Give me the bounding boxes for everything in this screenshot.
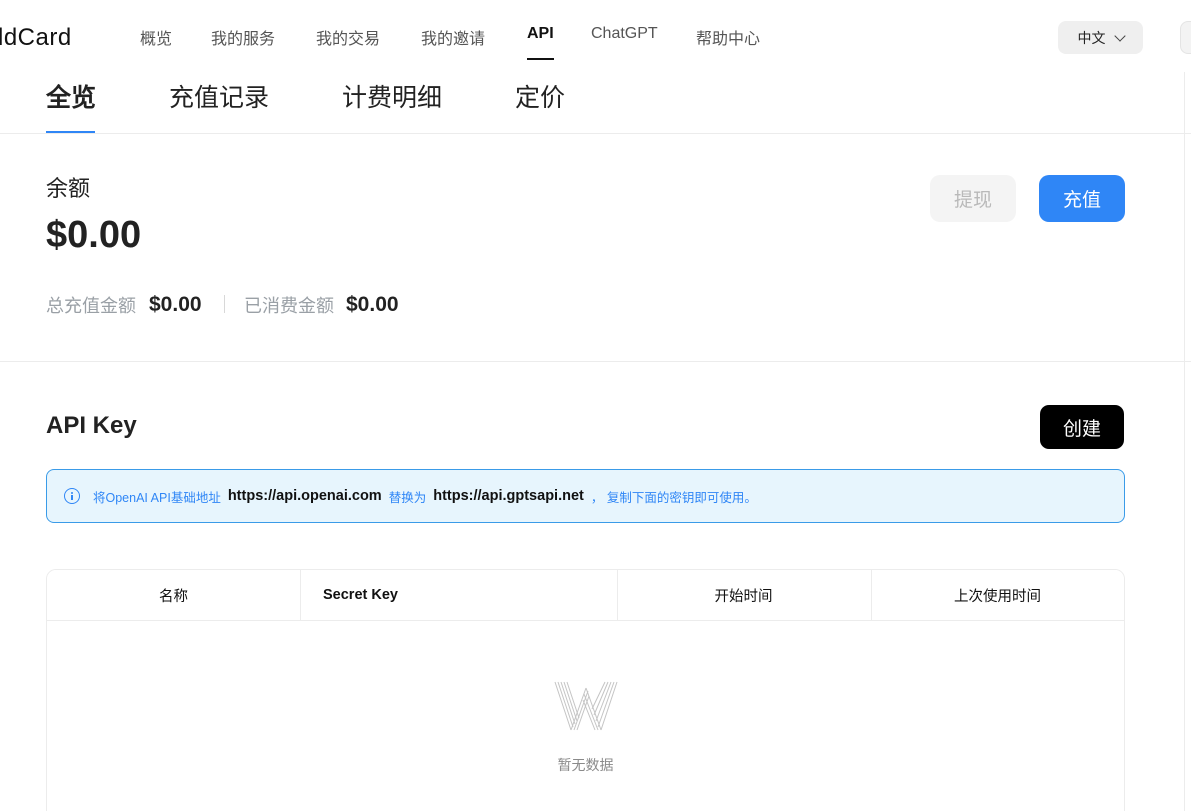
info-url-original: https://api.openai.com xyxy=(227,488,382,504)
empty-data-icon xyxy=(554,681,618,731)
tab-recharge-records[interactable]: 充值记录 xyxy=(169,78,269,114)
consumed-label: 已消费金额 xyxy=(244,296,334,316)
nav-active-indicator xyxy=(527,58,554,60)
nav-item-my-invites[interactable]: 我的邀请 xyxy=(421,25,485,49)
info-text-part1: 将OpenAI API基础地址 xyxy=(93,490,221,505)
nav-item-my-services[interactable]: 我的服务 xyxy=(211,25,275,49)
stat-separator xyxy=(224,295,225,313)
language-select[interactable]: 中文 xyxy=(1058,21,1143,54)
nav-item-overview[interactable]: 概览 xyxy=(140,25,172,49)
nav-item-my-transactions[interactable]: 我的交易 xyxy=(316,25,380,49)
page-right-border xyxy=(1184,72,1185,811)
empty-data-text: 暂无数据 xyxy=(557,757,614,773)
brand-logo[interactable]: ldCard xyxy=(0,24,72,52)
info-url-new: https://api.gptsapi.net xyxy=(433,488,584,504)
info-icon xyxy=(64,488,80,504)
info-text-part3: ， 复制下面的密钥即可使用。 xyxy=(590,490,757,505)
column-header-name[interactable]: 名称 xyxy=(47,570,300,620)
chevron-down-icon xyxy=(1113,29,1126,42)
recharge-button[interactable]: 充值 xyxy=(1039,175,1125,222)
create-api-key-button[interactable]: 创建 xyxy=(1040,405,1124,449)
nav-item-api[interactable]: API xyxy=(527,25,554,43)
balance-label: 余额 xyxy=(46,176,91,201)
total-recharge-value: $0.00 xyxy=(149,293,202,316)
top-navigation: ldCard 概览 我的服务 我的交易 我的邀请 API ChatGPT 帮助中… xyxy=(0,0,1191,72)
api-key-table: 名称 Secret Key 开始时间 上次使用时间 暂无数据 xyxy=(46,569,1125,811)
consumed-value: $0.00 xyxy=(346,293,399,316)
info-banner: 将OpenAI API基础地址 https://api.openai.com 替… xyxy=(46,469,1125,523)
column-header-start-time[interactable]: 开始时间 xyxy=(617,570,870,620)
withdraw-button[interactable]: 提现 xyxy=(930,175,1016,222)
tab-overview[interactable]: 全览 xyxy=(46,78,96,114)
language-label: 中文 xyxy=(1077,29,1106,46)
api-key-title: API Key xyxy=(46,412,137,439)
table-header: 名称 Secret Key 开始时间 上次使用时间 xyxy=(47,570,1124,621)
column-header-secret-key[interactable]: Secret Key xyxy=(323,570,613,620)
column-header-last-used-time[interactable]: 上次使用时间 xyxy=(871,570,1124,620)
user-menu-button[interactable] xyxy=(1180,21,1191,54)
info-text-part2: 替换为 xyxy=(388,490,427,505)
tabs-divider xyxy=(0,133,1191,134)
total-recharge-label: 总充值金额 xyxy=(46,296,136,316)
tab-pricing[interactable]: 定价 xyxy=(515,78,565,114)
column-separator xyxy=(300,570,301,620)
balance-value: $0.00 xyxy=(46,214,142,256)
balance-divider xyxy=(0,361,1191,362)
nav-item-help-center[interactable]: 帮助中心 xyxy=(696,25,760,49)
nav-item-chatgpt[interactable]: ChatGPT xyxy=(591,25,658,43)
tab-billing-details[interactable]: 计费明细 xyxy=(342,78,442,114)
